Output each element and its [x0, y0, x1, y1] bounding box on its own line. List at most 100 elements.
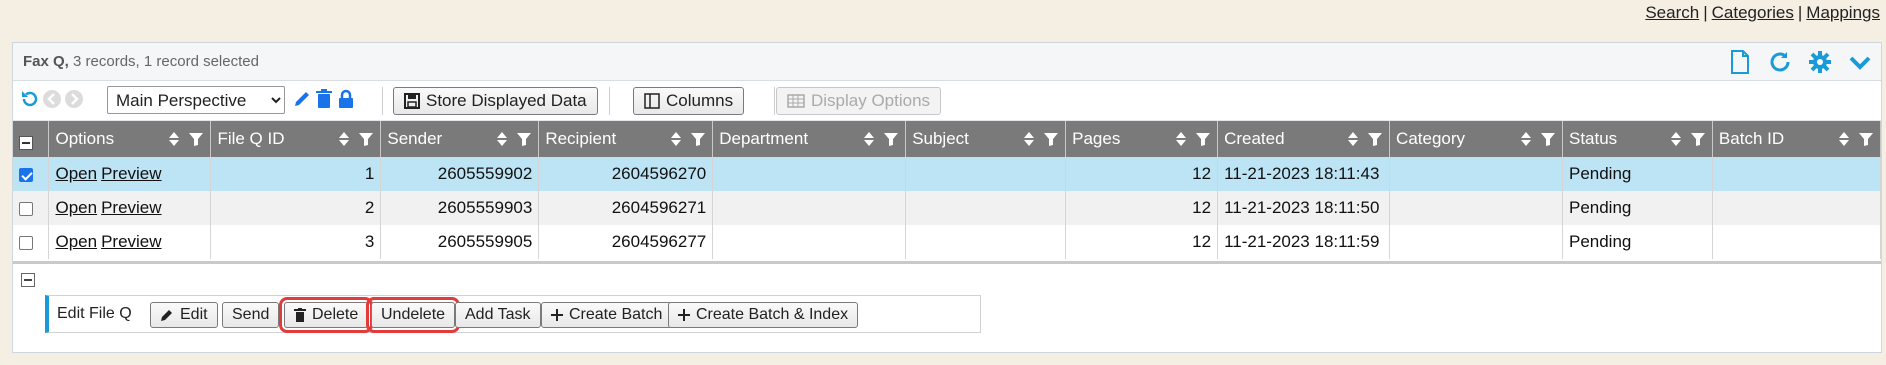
undo-icon[interactable]: [19, 87, 41, 111]
recipient-cell: 2604596271: [538, 191, 714, 225]
trash-icon[interactable]: [313, 87, 335, 111]
status-cell: Pending: [1562, 157, 1713, 191]
store-displayed-data-button[interactable]: Store Displayed Data: [393, 87, 598, 115]
filter-icon[interactable]: [1858, 131, 1874, 147]
lock-icon[interactable]: [335, 87, 357, 111]
department-cell: [712, 157, 907, 191]
mappings-link[interactable]: Mappings: [1806, 3, 1880, 22]
create-batch-index-button[interactable]: Create Batch & Index: [668, 302, 859, 328]
open-link[interactable]: Open: [55, 164, 97, 183]
add-task-button[interactable]: Add Task: [455, 302, 541, 328]
column-header-label: Created: [1224, 129, 1285, 148]
table-row[interactable]: Open Preview 2 2605559903 2604596271 12 1…: [13, 191, 1882, 225]
edit-label: Edit: [180, 306, 208, 323]
subject-cell: [905, 225, 1067, 259]
sender-cell: 2605559903: [380, 191, 540, 225]
collapse-toggle[interactable]: [21, 273, 35, 287]
toolbar-divider: [382, 87, 383, 115]
chevron-down-icon[interactable]: [1847, 49, 1873, 75]
delete-label: Delete: [312, 306, 359, 323]
filter-icon[interactable]: [1367, 131, 1383, 147]
select-all-checkbox[interactable]: [19, 135, 33, 150]
sort-icon[interactable]: [670, 131, 682, 147]
document-icon[interactable]: [1727, 49, 1753, 75]
toolbar-divider: [609, 87, 610, 115]
plus-icon: [678, 309, 690, 321]
send-label: Send: [232, 306, 270, 323]
column-header-label: Pages: [1072, 129, 1121, 148]
search-link[interactable]: Search: [1645, 3, 1699, 22]
column-header-batch-id[interactable]: Batch ID: [1712, 121, 1882, 157]
forward-icon[interactable]: [63, 87, 85, 111]
row-select-cell[interactable]: [13, 157, 50, 191]
column-header-label: Sender: [387, 129, 443, 148]
column-header-status[interactable]: Status: [1562, 121, 1713, 157]
sort-icon[interactable]: [1023, 131, 1035, 147]
filter-icon[interactable]: [188, 131, 204, 147]
column-header-sender[interactable]: Sender: [380, 121, 540, 157]
filter-icon[interactable]: [690, 131, 706, 147]
perspective-select[interactable]: Main Perspective: [107, 86, 285, 114]
column-header-label: Options: [55, 129, 115, 148]
column-header-created[interactable]: Created: [1217, 121, 1391, 157]
sort-icon[interactable]: [1175, 131, 1187, 147]
column-header-file-q-id[interactable]: File Q ID: [210, 121, 382, 157]
row-checkbox[interactable]: [19, 201, 33, 216]
create-batch-button[interactable]: Create Batch: [541, 302, 673, 328]
back-icon[interactable]: [41, 87, 63, 111]
row-checkbox[interactable]: [19, 235, 33, 250]
sort-icon[interactable]: [863, 131, 875, 147]
open-link[interactable]: Open: [55, 232, 97, 251]
columns-button[interactable]: Columns: [633, 87, 745, 115]
preview-link[interactable]: Preview: [101, 198, 161, 217]
sort-icon[interactable]: [1838, 131, 1850, 147]
filter-icon[interactable]: [1043, 131, 1059, 147]
filter-icon[interactable]: [516, 131, 532, 147]
pencil-icon[interactable]: [291, 87, 313, 111]
collapse-icon[interactable]: [21, 273, 35, 287]
categories-link[interactable]: Categories: [1712, 3, 1794, 22]
category-cell: [1389, 225, 1563, 259]
sort-icon[interactable]: [496, 131, 508, 147]
gear-icon[interactable]: [1807, 49, 1833, 75]
table-row[interactable]: Open Preview 3 2605559905 2604596277 12 1…: [13, 225, 1882, 259]
edit-button[interactable]: Edit: [150, 302, 218, 328]
row-select-cell[interactable]: [13, 225, 50, 259]
options-cell: Open Preview: [48, 157, 212, 191]
preview-link[interactable]: Preview: [101, 164, 161, 183]
sort-icon[interactable]: [338, 131, 350, 147]
column-header-pages[interactable]: Pages: [1065, 121, 1219, 157]
open-link[interactable]: Open: [55, 198, 97, 217]
refresh-icon[interactable]: [1767, 49, 1793, 75]
save-icon: [404, 93, 420, 109]
column-header-department[interactable]: Department: [712, 121, 907, 157]
file-q-id-cell: 3: [210, 225, 382, 259]
column-header-options[interactable]: Options: [48, 121, 212, 157]
delete-button[interactable]: Delete: [278, 297, 374, 333]
display-options-button[interactable]: Display Options: [776, 87, 942, 115]
row-select-cell[interactable]: [13, 191, 50, 225]
column-header-label: Category: [1396, 129, 1466, 148]
row-checkbox[interactable]: [19, 167, 33, 182]
filter-icon[interactable]: [883, 131, 899, 147]
select-all-header[interactable]: [13, 121, 50, 157]
preview-link[interactable]: Preview: [101, 232, 161, 251]
created-cell: 11-21-2023 18:11:50: [1217, 191, 1391, 225]
column-header-label: Status: [1568, 129, 1618, 148]
sort-icon[interactable]: [1670, 131, 1682, 147]
create-batch-label: Create Batch: [569, 306, 663, 323]
filter-icon[interactable]: [358, 131, 374, 147]
filter-icon[interactable]: [1195, 131, 1211, 147]
sort-icon[interactable]: [1520, 131, 1532, 147]
table-row[interactable]: Open Preview 1 2605559902 2604596270 12 1…: [13, 157, 1882, 191]
panel-title: Fax Q, 3 records, 1 record selected: [23, 53, 259, 70]
sort-icon[interactable]: [1347, 131, 1359, 147]
column-header-category[interactable]: Category: [1389, 121, 1563, 157]
column-header-recipient[interactable]: Recipient: [538, 121, 714, 157]
undelete-button[interactable]: Undelete: [365, 297, 461, 333]
column-header-subject[interactable]: Subject: [905, 121, 1067, 157]
send-button[interactable]: Send: [222, 302, 280, 328]
sort-icon[interactable]: [168, 131, 180, 147]
filter-icon[interactable]: [1540, 131, 1556, 147]
filter-icon[interactable]: [1690, 131, 1706, 147]
